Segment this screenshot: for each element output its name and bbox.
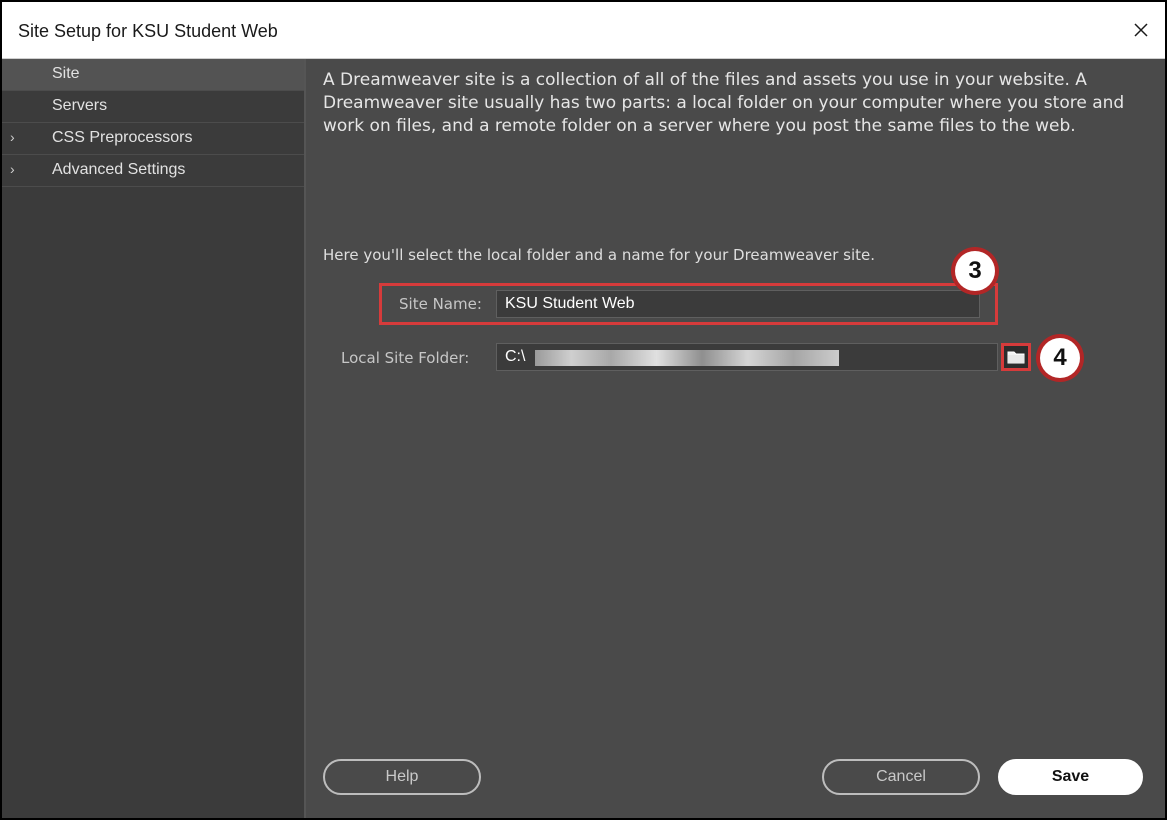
instruction-text: Here you'll select the local folder and … [323,246,876,264]
step-4-callout: 4 [1036,334,1084,382]
sidebar-item-label: Advanced Settings [52,161,186,178]
sidebar-item-label: Site [52,65,80,82]
site-setup-dialog: Site Setup for KSU Student Web Site Serv… [0,0,1167,820]
cancel-button[interactable]: Cancel [822,759,980,795]
local-site-folder-value: C:\ [505,348,526,365]
title-bar: Site Setup for KSU Student Web [2,2,1165,59]
sidebar-item-servers[interactable]: Servers [2,91,304,123]
site-settings-panel: A Dreamweaver site is a collection of al… [306,59,1165,818]
site-name-input[interactable] [496,290,980,318]
window-title: Site Setup for KSU Student Web [18,21,278,41]
chevron-right-icon[interactable]: › [10,129,15,145]
browse-folder-button[interactable] [1001,343,1031,371]
sidebar-item-advanced-settings[interactable]: › Advanced Settings [2,155,304,187]
folder-icon [1007,351,1025,364]
close-button[interactable] [1123,14,1159,46]
sidebar-item-css-preprocessors[interactable]: › CSS Preprocessors [2,123,304,155]
sidebar-item-site[interactable]: Site [2,59,304,91]
close-icon [1134,23,1148,37]
help-button[interactable]: Help [323,759,481,795]
chevron-right-icon[interactable]: › [10,161,15,177]
save-button[interactable]: Save [998,759,1143,795]
local-site-folder-label: Local Site Folder: [341,349,470,367]
local-site-folder-input[interactable]: C:\ [496,343,998,371]
step-3-callout: 3 [951,247,999,295]
intro-description: A Dreamweaver site is a collection of al… [323,70,1125,136]
site-name-label: Site Name: [399,295,482,313]
category-sidebar: Site Servers › CSS Preprocessors › Advan… [2,59,306,818]
sidebar-item-label: Servers [52,97,108,114]
redacted-path [535,350,839,366]
sidebar-item-label: CSS Preprocessors [52,129,193,146]
